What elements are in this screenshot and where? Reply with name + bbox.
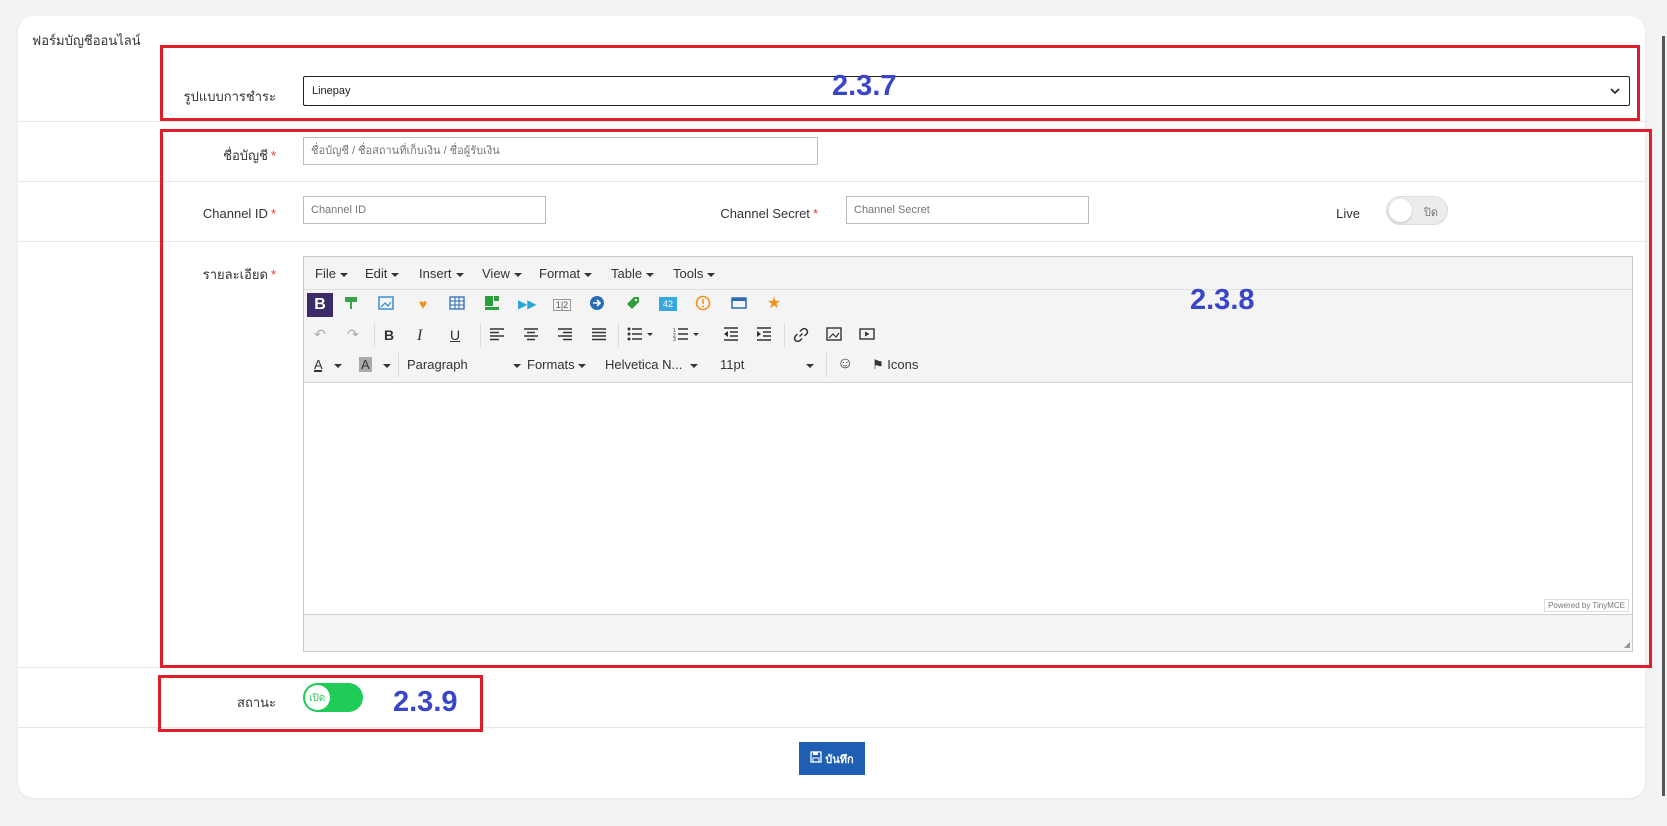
save-button[interactable]: บันทึก: [799, 742, 865, 775]
annotation-label-2-3-7: 2.3.7: [832, 70, 897, 102]
save-icon: [810, 751, 822, 766]
annotation-box-2-3-7: [160, 45, 1640, 121]
annotation-label-2-3-8: 2.3.8: [1190, 284, 1255, 316]
annotation-label-2-3-9: 2.3.9: [393, 686, 458, 718]
scrollbar[interactable]: [1662, 36, 1665, 796]
card-title: ฟอร์มบัญชีออนไลน์: [32, 33, 141, 48]
annotation-box-2-3-8: [160, 129, 1652, 668]
row-divider: [18, 121, 1645, 122]
